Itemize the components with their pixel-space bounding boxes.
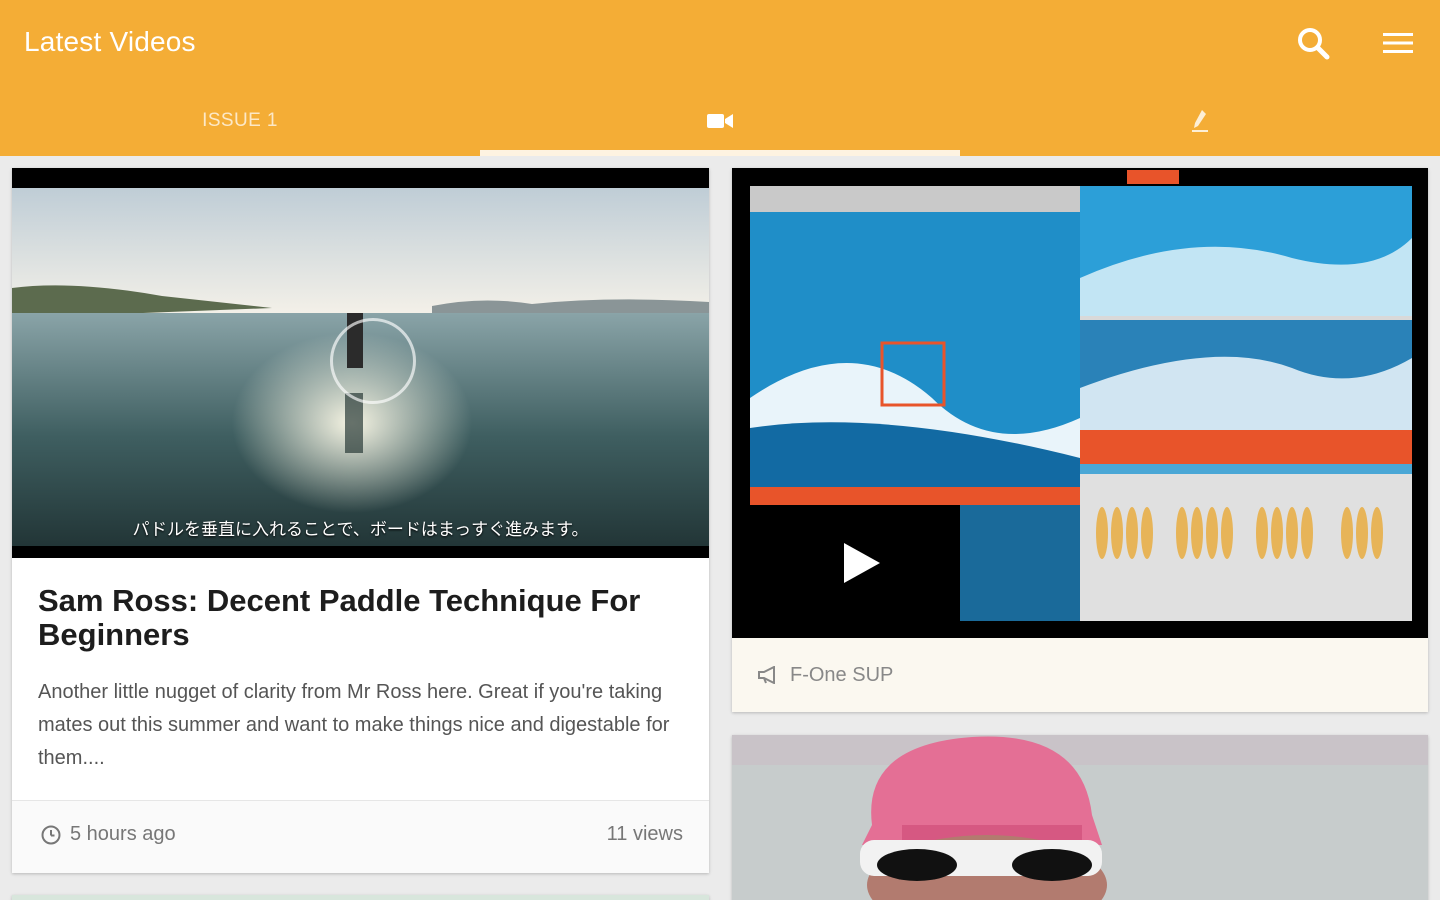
video-thumbnail-next[interactable] xyxy=(732,735,1428,900)
pen-icon xyxy=(1192,110,1208,132)
video-card-next[interactable] xyxy=(12,895,709,900)
post-meta: 5 hours ago 11 views xyxy=(12,800,709,873)
tab-videos[interactable] xyxy=(480,90,960,156)
video-card[interactable]: パドルを垂直に入れることで、ボードはまっすぐ進みます。 Sam Ross: De… xyxy=(12,168,709,873)
play-button[interactable] xyxy=(330,318,416,404)
tab-selected-indicator xyxy=(480,150,960,156)
tab-articles[interactable] xyxy=(960,90,1440,156)
page-title: Latest Videos xyxy=(24,26,196,57)
post-views: 11 views xyxy=(606,823,683,845)
menu-button[interactable] xyxy=(1374,19,1422,67)
post-excerpt: Another little nugget of clarity from Mr… xyxy=(38,681,670,769)
app-bar: Latest Videos ISSUE 1 xyxy=(0,0,1440,156)
tab-bar: ISSUE 1 xyxy=(0,90,1440,156)
post-title[interactable]: Sam Ross: Decent Paddle Technique For Be… xyxy=(38,584,678,652)
search-button[interactable] xyxy=(1289,19,1337,67)
tab-issue-1[interactable]: ISSUE 1 xyxy=(0,90,480,156)
sponsor-label[interactable]: F-One SUP xyxy=(732,638,1428,712)
post-time-label: 5 hours ago xyxy=(70,823,176,845)
sponsored-video-card[interactable]: F-One SUP xyxy=(732,168,1428,712)
video-thumbnail[interactable]: パドルを垂直に入れることで、ボードはまっすぐ進みます。 xyxy=(12,168,709,558)
sponsor-name: F-One SUP xyxy=(790,663,894,686)
video-camera-icon xyxy=(707,114,733,128)
megaphone-icon xyxy=(758,666,775,684)
tab-issue-1-label: ISSUE 1 xyxy=(202,110,278,131)
sponsored-video-thumbnail[interactable] xyxy=(732,168,1428,638)
video-subtitle: パドルを垂直に入れることで、ボードはまっすぐ進みます。 xyxy=(132,520,589,540)
post-time: 5 hours ago xyxy=(40,823,176,846)
hamburger-menu-icon xyxy=(1383,33,1413,53)
search-icon xyxy=(1298,28,1330,60)
clock-icon xyxy=(41,825,61,844)
video-card-next-right[interactable] xyxy=(732,735,1428,900)
